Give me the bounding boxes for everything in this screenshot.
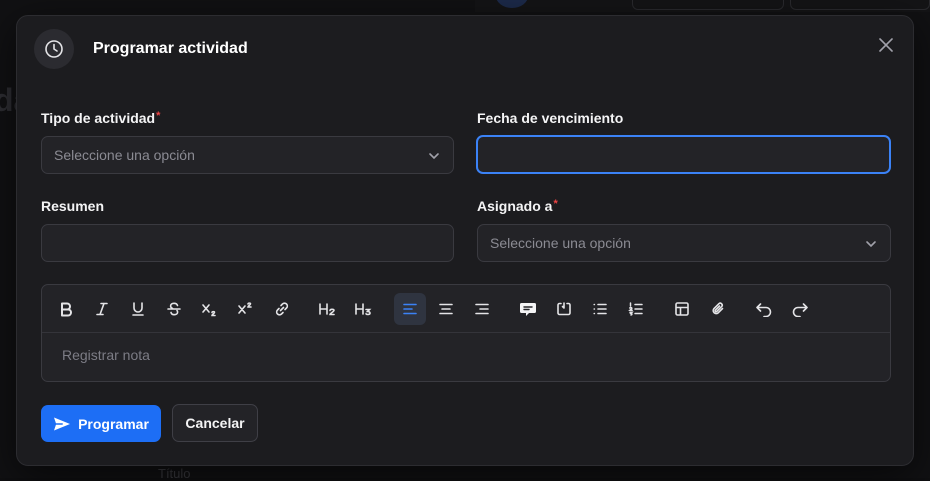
activity-type-label-text: Tipo de actividad xyxy=(41,110,155,126)
activity-type-select[interactable]: Seleccione una opción xyxy=(41,136,454,174)
italic-icon[interactable] xyxy=(86,293,118,325)
background-button xyxy=(790,0,930,10)
link-icon[interactable] xyxy=(266,293,298,325)
align-left-icon[interactable] xyxy=(394,293,426,325)
strikethrough-icon[interactable] xyxy=(158,293,190,325)
align-center-icon[interactable] xyxy=(430,293,462,325)
dialog-title: Programar actividad xyxy=(93,40,248,58)
attach-icon[interactable] xyxy=(702,293,734,325)
send-icon xyxy=(53,416,71,432)
table-icon[interactable] xyxy=(666,293,698,325)
summary-input[interactable] xyxy=(54,235,441,251)
ordered-list-icon[interactable] xyxy=(620,293,652,325)
due-date-label: Fecha de vencimiento xyxy=(477,110,623,126)
chevron-down-icon xyxy=(427,149,441,163)
activity-type-placeholder: Seleccione una opción xyxy=(54,147,195,163)
bold-icon[interactable] xyxy=(50,293,82,325)
assigned-to-select[interactable]: Seleccione una opción xyxy=(477,224,891,262)
blockquote-icon[interactable] xyxy=(512,293,544,325)
bullet-list-icon[interactable] xyxy=(584,293,616,325)
note-editor: Registrar nota xyxy=(41,284,891,382)
heading-2-icon[interactable] xyxy=(312,293,344,325)
assigned-to-label: Asignado a* xyxy=(477,198,558,214)
undo-icon[interactable] xyxy=(748,293,780,325)
cancel-button[interactable]: Cancelar xyxy=(172,404,258,442)
redo-icon[interactable] xyxy=(784,293,816,325)
editor-toolbar xyxy=(42,285,890,333)
activity-type-label: Tipo de actividad* xyxy=(41,110,160,126)
due-date-input[interactable] xyxy=(490,147,877,163)
due-date-field[interactable] xyxy=(476,135,891,174)
note-input[interactable]: Registrar nota xyxy=(42,333,890,377)
heading-3-icon[interactable] xyxy=(348,293,380,325)
required-marker: * xyxy=(156,110,160,122)
chevron-down-icon xyxy=(864,237,878,251)
background-button xyxy=(632,0,784,10)
assigned-to-label-text: Asignado a xyxy=(477,198,552,214)
required-marker: * xyxy=(553,198,557,210)
clock-icon xyxy=(34,29,74,69)
summary-label: Resumen xyxy=(41,198,104,214)
assigned-to-placeholder: Seleccione una opción xyxy=(490,235,631,251)
align-right-icon[interactable] xyxy=(466,293,498,325)
subscript-icon[interactable] xyxy=(194,293,226,325)
schedule-button-label: Programar xyxy=(78,416,149,432)
background-label-fragment: Título xyxy=(158,466,191,481)
code-block-icon[interactable] xyxy=(548,293,580,325)
close-icon[interactable] xyxy=(877,36,895,54)
superscript-icon[interactable] xyxy=(230,293,262,325)
underline-icon[interactable] xyxy=(122,293,154,325)
schedule-button[interactable]: Programar xyxy=(41,405,161,442)
schedule-activity-dialog: Programar actividad Tipo de actividad* S… xyxy=(16,15,914,466)
summary-field[interactable] xyxy=(41,224,454,262)
